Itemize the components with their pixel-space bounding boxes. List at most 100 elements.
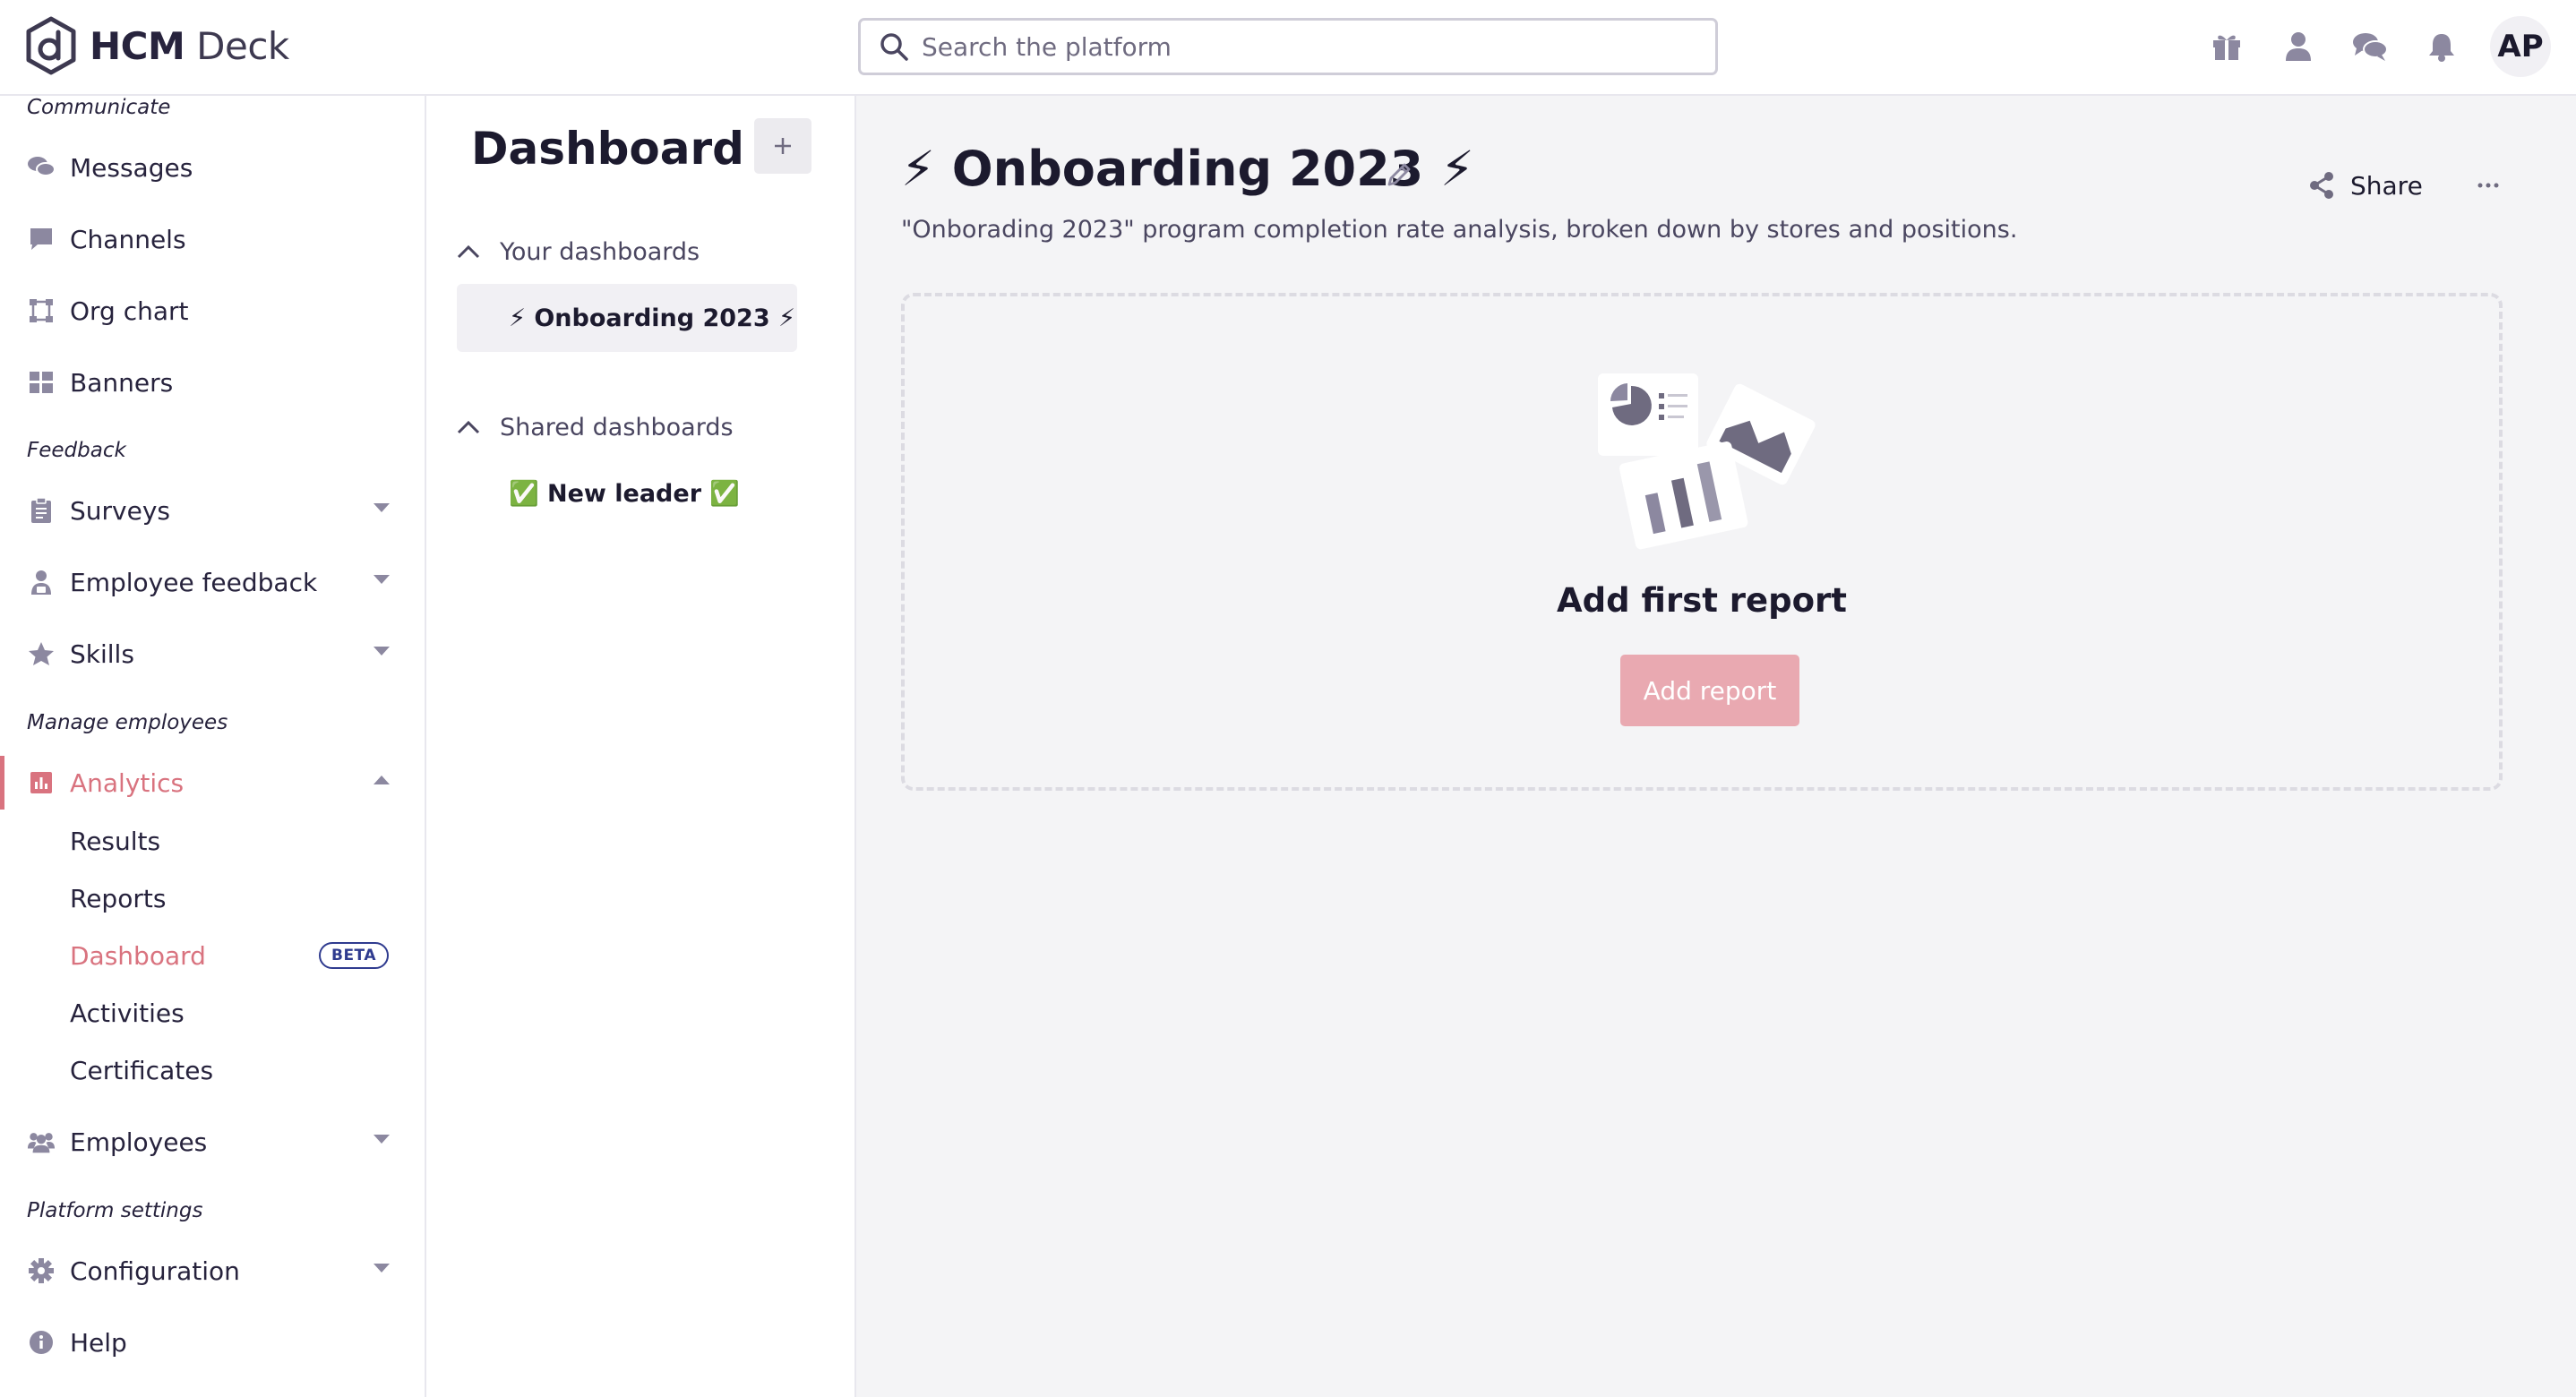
- share-icon: [2310, 172, 2333, 199]
- sidebar: Communicate Messages Channels Org chart …: [0, 96, 426, 1397]
- user-icon: [2286, 32, 2311, 61]
- chevron-up-icon: [457, 420, 480, 434]
- sidebar-item-label: Channels: [70, 224, 186, 254]
- dashboard-item-new-leader[interactable]: ✅ New leader ✅: [457, 459, 797, 527]
- more-horizontal-icon: [2477, 183, 2499, 188]
- info-icon: [27, 1328, 56, 1357]
- group-label: Your dashboards: [500, 237, 700, 266]
- sidebar-subitem-label: Results: [70, 826, 161, 856]
- empty-report-area: Add first report Add report: [901, 293, 2503, 791]
- dashboard-description: "Onborading 2023" program completion rat…: [901, 216, 2018, 244]
- chevron-down-icon: [374, 503, 390, 512]
- section-label-manage-employees: Manage employees: [27, 711, 228, 734]
- search-input[interactable]: [922, 31, 1692, 62]
- sidebar-subitem-certificates[interactable]: Certificates: [0, 1045, 425, 1095]
- org-chart-icon: [27, 296, 56, 325]
- search-box[interactable]: [858, 18, 1718, 75]
- share-button[interactable]: Share: [2295, 153, 2435, 218]
- person-feedback-icon: [27, 568, 56, 596]
- profile-button[interactable]: [2263, 0, 2334, 93]
- chevron-up-icon: [457, 244, 480, 259]
- sidebar-item-channels[interactable]: Channels: [0, 212, 425, 266]
- top-bar: HCM Deck Search the platform AP: [0, 0, 2576, 96]
- share-label: Share: [2350, 170, 2423, 201]
- sidebar-item-help[interactable]: Help: [0, 1316, 425, 1369]
- plus-icon: [775, 138, 791, 154]
- your-dashboards-toggle[interactable]: Your dashboards: [457, 232, 700, 271]
- sidebar-item-skills[interactable]: Skills: [0, 627, 425, 681]
- sidebar-item-surveys[interactable]: Surveys: [0, 484, 425, 537]
- search-icon: [880, 33, 908, 61]
- edit-title-button[interactable]: [1381, 157, 1417, 193]
- sidebar-item-label: Employee feedback: [70, 567, 318, 597]
- chevron-up-icon: [374, 776, 390, 784]
- sidebar-subitem-reports[interactable]: Reports: [0, 873, 425, 923]
- sidebar-item-label: Org chart: [70, 296, 189, 326]
- sidebar-subitem-label: Certificates: [70, 1055, 214, 1085]
- messages-icon: [27, 153, 56, 182]
- add-dashboard-button[interactable]: [754, 118, 811, 174]
- sidebar-item-analytics[interactable]: Analytics: [0, 756, 425, 810]
- clipboard-icon: [27, 496, 56, 525]
- section-label-communicate: Communicate: [27, 96, 171, 119]
- sidebar-item-org-chart[interactable]: Org chart: [0, 284, 425, 338]
- dashboard-main: ⚡ Onboarding 2023 ⚡ Share "Onborading 20…: [856, 96, 2576, 1397]
- active-indicator: [0, 756, 4, 810]
- sidebar-item-banners[interactable]: Banners: [0, 356, 425, 409]
- sidebar-subitem-results[interactable]: Results: [0, 816, 425, 866]
- sidebar-item-label: Employees: [70, 1127, 208, 1157]
- sidebar-subitem-dashboard[interactable]: Dashboard BETA: [0, 930, 425, 981]
- sidebar-item-configuration[interactable]: Configuration: [0, 1244, 425, 1298]
- chevron-down-icon: [374, 575, 390, 584]
- grid-icon: [27, 368, 56, 397]
- gift-icon: [2213, 35, 2240, 60]
- channel-icon: [27, 225, 56, 253]
- analytics-icon: [27, 768, 56, 797]
- bell-icon: [2429, 34, 2454, 62]
- shared-dashboards-toggle[interactable]: Shared dashboards: [457, 407, 734, 447]
- app-name: HCM Deck: [90, 23, 289, 68]
- dashboard-item-onboarding[interactable]: ⚡ Onboarding 2023 ⚡: [457, 284, 797, 352]
- sidebar-item-employees[interactable]: Employees: [0, 1115, 425, 1169]
- sidebar-item-messages[interactable]: Messages: [0, 141, 425, 194]
- gift-button[interactable]: [2191, 0, 2263, 93]
- messages-button[interactable]: [2334, 0, 2406, 93]
- app-logo[interactable]: HCM Deck: [25, 14, 289, 77]
- notifications-button[interactable]: [2406, 0, 2477, 93]
- star-icon: [27, 639, 56, 668]
- panel-title: Dashboard: [471, 123, 744, 175]
- sidebar-item-label: Help: [70, 1327, 127, 1358]
- sidebar-item-label: Messages: [70, 152, 193, 183]
- chevron-down-icon: [374, 1135, 390, 1144]
- header-actions: AP: [2191, 0, 2576, 93]
- pencil-icon: [1387, 163, 1411, 186]
- gear-icon: [27, 1256, 56, 1285]
- empty-state-title: Add first report: [1557, 581, 1847, 620]
- logo-icon: [26, 16, 76, 75]
- avatar[interactable]: AP: [2490, 16, 2551, 77]
- dashboards-panel: Dashboard Your dashboards ⚡ Onboarding 2…: [426, 96, 856, 1397]
- more-options-button[interactable]: [2461, 159, 2515, 212]
- chevron-down-icon: [374, 647, 390, 656]
- sidebar-subitem-label: Reports: [70, 883, 167, 913]
- sidebar-item-label: Surveys: [70, 495, 170, 526]
- dashboard-item-label: ⚡ Onboarding 2023 ⚡: [509, 304, 795, 332]
- sidebar-item-label: Configuration: [70, 1256, 240, 1286]
- users-icon: [27, 1127, 56, 1156]
- sidebar-item-label: Analytics: [70, 767, 185, 798]
- section-label-feedback: Feedback: [27, 439, 126, 462]
- sidebar-subitem-label: Activities: [70, 998, 185, 1028]
- sidebar-subitem-label: Dashboard: [70, 940, 206, 971]
- beta-badge: BETA: [318, 942, 389, 969]
- sidebar-item-employee-feedback[interactable]: Employee feedback: [0, 555, 425, 609]
- sidebar-item-label: Banners: [70, 367, 174, 398]
- reports-illustration-icon: [1598, 373, 1816, 550]
- sidebar-subitem-activities[interactable]: Activities: [0, 988, 425, 1038]
- dashboard-item-label: ✅ New leader ✅: [509, 480, 741, 508]
- group-label: Shared dashboards: [500, 413, 734, 441]
- section-label-platform-settings: Platform settings: [27, 1199, 203, 1222]
- chat-icon: [2353, 33, 2388, 61]
- add-report-button[interactable]: Add report: [1620, 655, 1799, 726]
- sidebar-item-label: Skills: [70, 639, 134, 669]
- chevron-down-icon: [374, 1264, 390, 1273]
